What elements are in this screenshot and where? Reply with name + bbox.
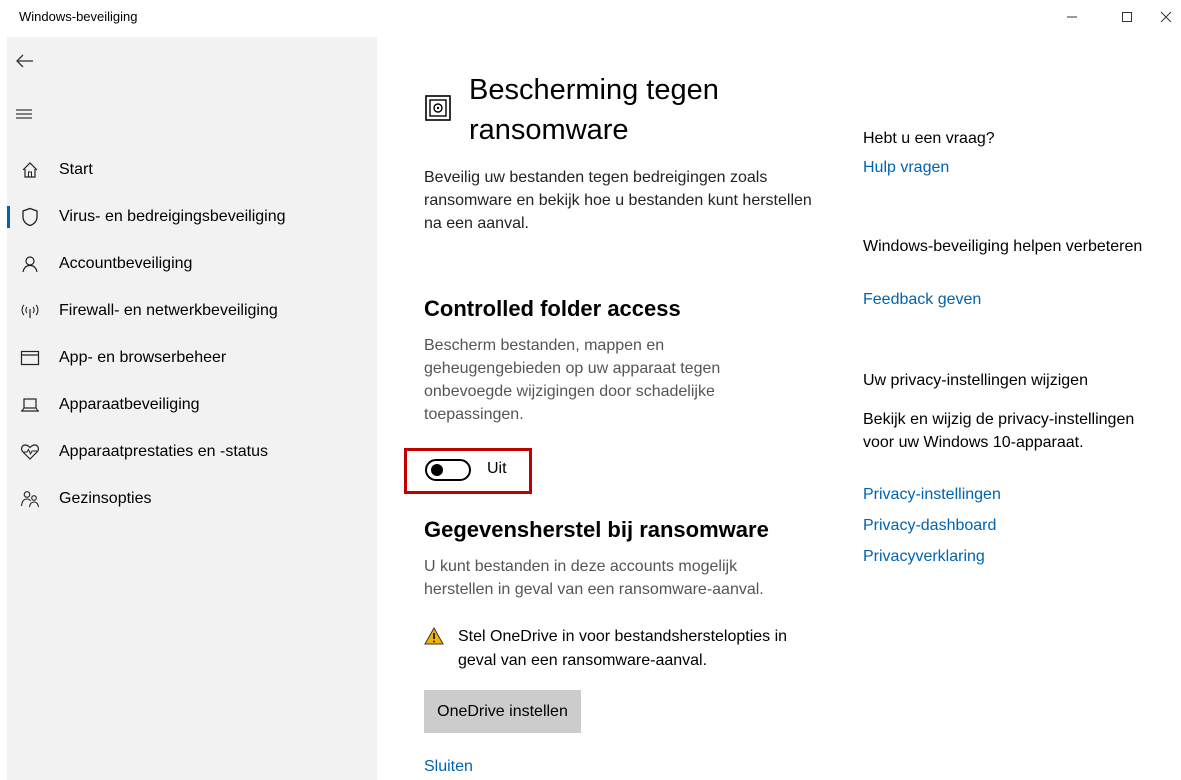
shield-icon [20, 207, 40, 227]
sidebar-item-label: Start [59, 161, 93, 178]
sidebar-item-device-security[interactable]: Apparaatbeveiliging [7, 385, 377, 425]
close-icon [1160, 11, 1171, 23]
sidebar-item-firewall[interactable]: Firewall- en netwerkbeveiliging [7, 291, 377, 331]
give-feedback-link[interactable]: Feedback geven [863, 291, 981, 309]
back-arrow-icon [16, 54, 33, 68]
hamburger-icon [16, 109, 32, 119]
laptop-icon [20, 395, 40, 415]
sidebar-item-label: Apparaatbeveiliging [59, 396, 200, 413]
browser-window-icon [20, 348, 40, 368]
heart-pulse-icon [20, 442, 40, 462]
page-description: Beveilig uw bestanden tegen bedreigingen… [424, 169, 812, 232]
window-title: Windows-beveiliging [19, 9, 138, 24]
maximize-button[interactable] [1104, 0, 1150, 34]
cfa-section-description: Bescherm bestanden, mappen en geheugenge… [424, 337, 721, 423]
sidebar-item-label: App- en browserbeheer [59, 349, 227, 366]
family-icon [20, 489, 40, 509]
privacy-dashboard-link[interactable]: Privacy-dashboard [863, 517, 996, 535]
sidebar-item-start[interactable]: Start [7, 150, 377, 190]
minimize-icon [1067, 16, 1077, 18]
privacy-description: Bekijk en wijzig de privacy-instellingen… [863, 411, 1135, 451]
home-icon [20, 160, 40, 180]
title-bar: Windows-beveiliging [0, 0, 1181, 34]
maximize-icon [1122, 12, 1132, 22]
ransomware-protection-icon [425, 95, 451, 121]
close-window-button[interactable] [1150, 0, 1181, 34]
warning-icon [424, 627, 444, 645]
page-title: Bescherming tegen ransomware [469, 74, 719, 146]
privacy-heading: Uw privacy-instellingen wijzigen [863, 372, 1088, 389]
wireless-icon [20, 301, 40, 321]
cfa-toggle-switch[interactable] [425, 459, 471, 481]
improve-heading: Windows-beveiliging helpen verbeteren [863, 238, 1143, 255]
sidebar-item-account-protection[interactable]: Accountbeveiliging [7, 244, 377, 284]
back-button[interactable] [15, 49, 43, 73]
privacy-statement-link[interactable]: Privacyverklaring [863, 548, 985, 566]
recovery-section-description: U kunt bestanden in deze accounts mogeli… [424, 558, 764, 598]
sidebar-item-label: Firewall- en netwerkbeveiliging [59, 302, 278, 319]
warning-text: Stel OneDrive in voor bestandsherstelopt… [458, 628, 788, 669]
recovery-section-title: Gegevensherstel bij ransomware [424, 517, 769, 542]
minimize-button[interactable] [1049, 0, 1095, 34]
sidebar-item-device-performance[interactable]: Apparaatprestaties en -status [7, 432, 377, 472]
sidebar-item-label: Gezinsopties [59, 490, 152, 507]
privacy-settings-link[interactable]: Privacy-instellingen [863, 486, 1001, 504]
hamburger-menu-button[interactable] [15, 102, 43, 126]
sidebar-item-virus-protection[interactable]: Virus- en bedreigingsbeveiliging [7, 197, 377, 237]
sidebar-item-family-options[interactable]: Gezinsopties [7, 479, 377, 519]
sidebar-item-label: Apparaatprestaties en -status [59, 443, 269, 460]
sidebar: Start Virus- en bedreigingsbeveiliging A… [7, 37, 377, 780]
toggle-knob [431, 464, 443, 476]
setup-onedrive-button[interactable]: OneDrive instellen [424, 690, 581, 733]
cfa-toggle-highlight: Uit [404, 448, 532, 494]
cfa-section-title: Controlled folder access [424, 296, 681, 321]
close-link[interactable]: Sluiten [424, 758, 473, 776]
sidebar-item-label: Accountbeveiliging [59, 255, 193, 272]
sidebar-item-app-browser[interactable]: App- en browserbeheer [7, 338, 377, 378]
cfa-toggle-label: Uit [487, 460, 507, 477]
sidebar-item-label: Virus- en bedreigingsbeveiliging [59, 208, 286, 225]
question-heading: Hebt u een vraag? [863, 130, 995, 147]
get-help-link[interactable]: Hulp vragen [863, 159, 949, 177]
person-icon [20, 254, 40, 274]
